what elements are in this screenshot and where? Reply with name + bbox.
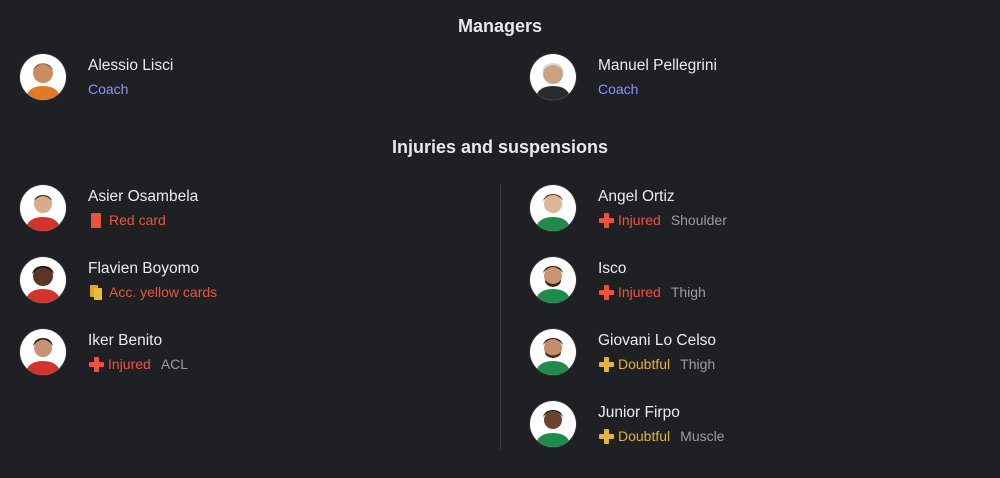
doubtful-cross-icon [598,428,614,444]
red-card-icon [91,212,101,228]
player-name[interactable]: Angel Ortiz [598,187,727,207]
player-status: Injured Thigh [598,283,706,301]
status-label: Injured [618,212,661,228]
lineups-panel: Managers Alessio Lisci Coach Manuel Pell… [0,0,1000,478]
avatar [530,257,576,303]
manager-role: Coach [88,81,129,97]
status-label: Injured [108,356,151,372]
player-row[interactable]: Iker Benito Injured ACL [20,329,188,375]
player-name[interactable]: Isco [598,259,706,279]
avatar [20,329,66,375]
injury-cross-icon [88,356,104,372]
avatar [20,185,66,231]
injury-detail: Thigh [680,356,716,372]
injury-detail: ACL [160,356,189,372]
player-name[interactable]: Junior Firpo [598,403,725,423]
manager-row[interactable]: Alessio Lisci Coach [20,54,173,100]
status-label: Doubtful [618,356,671,372]
player-row[interactable]: Junior Firpo Doubtful Muscle [530,401,725,447]
column-divider [500,184,501,450]
avatar [530,185,576,231]
managers-heading: Managers [457,16,543,36]
player-row[interactable]: Isco Injured Thigh [530,257,706,303]
injury-detail: Muscle [680,428,725,444]
doubtful-cross-icon [598,356,614,372]
avatar [20,257,66,303]
player-status: Injured Shoulder [598,211,727,229]
player-status: Doubtful Thigh [598,355,716,373]
injury-detail: Shoulder [670,212,727,228]
injury-cross-icon [598,212,614,228]
manager-name[interactable]: Manuel Pellegrini [598,56,717,76]
injuries-heading: Injuries and suspensions [391,137,609,157]
injury-cross-icon [598,284,614,300]
player-name[interactable]: Flavien Boyomo [88,259,217,279]
avatar [530,54,576,100]
player-status: Doubtful Muscle [598,427,725,445]
player-status: Injured ACL [88,355,188,373]
player-status: Acc. yellow cards [88,283,217,301]
player-name[interactable]: Iker Benito [88,331,188,351]
player-row[interactable]: Giovani Lo Celso Doubtful Thigh [530,329,716,375]
player-name[interactable]: Giovani Lo Celso [598,331,716,351]
status-label: Doubtful [618,428,671,444]
player-status: Red card [88,211,198,229]
player-row[interactable]: Flavien Boyomo Acc. yellow cards [20,257,217,303]
avatar [530,401,576,447]
player-name[interactable]: Asier Osambela [88,187,198,207]
manager-name[interactable]: Alessio Lisci [88,56,173,76]
manager-role: Coach [598,81,639,97]
player-row[interactable]: Asier Osambela Red card [20,185,198,231]
status-label: Acc. yellow cards [109,284,218,300]
avatar [20,54,66,100]
injury-detail: Thigh [670,284,706,300]
yellow-cards-icon [88,284,104,300]
manager-row[interactable]: Manuel Pellegrini Coach [530,54,717,100]
player-row[interactable]: Angel Ortiz Injured Shoulder [530,185,727,231]
avatar [530,329,576,375]
status-label: Injured [618,284,661,300]
status-label: Red card [109,212,166,228]
